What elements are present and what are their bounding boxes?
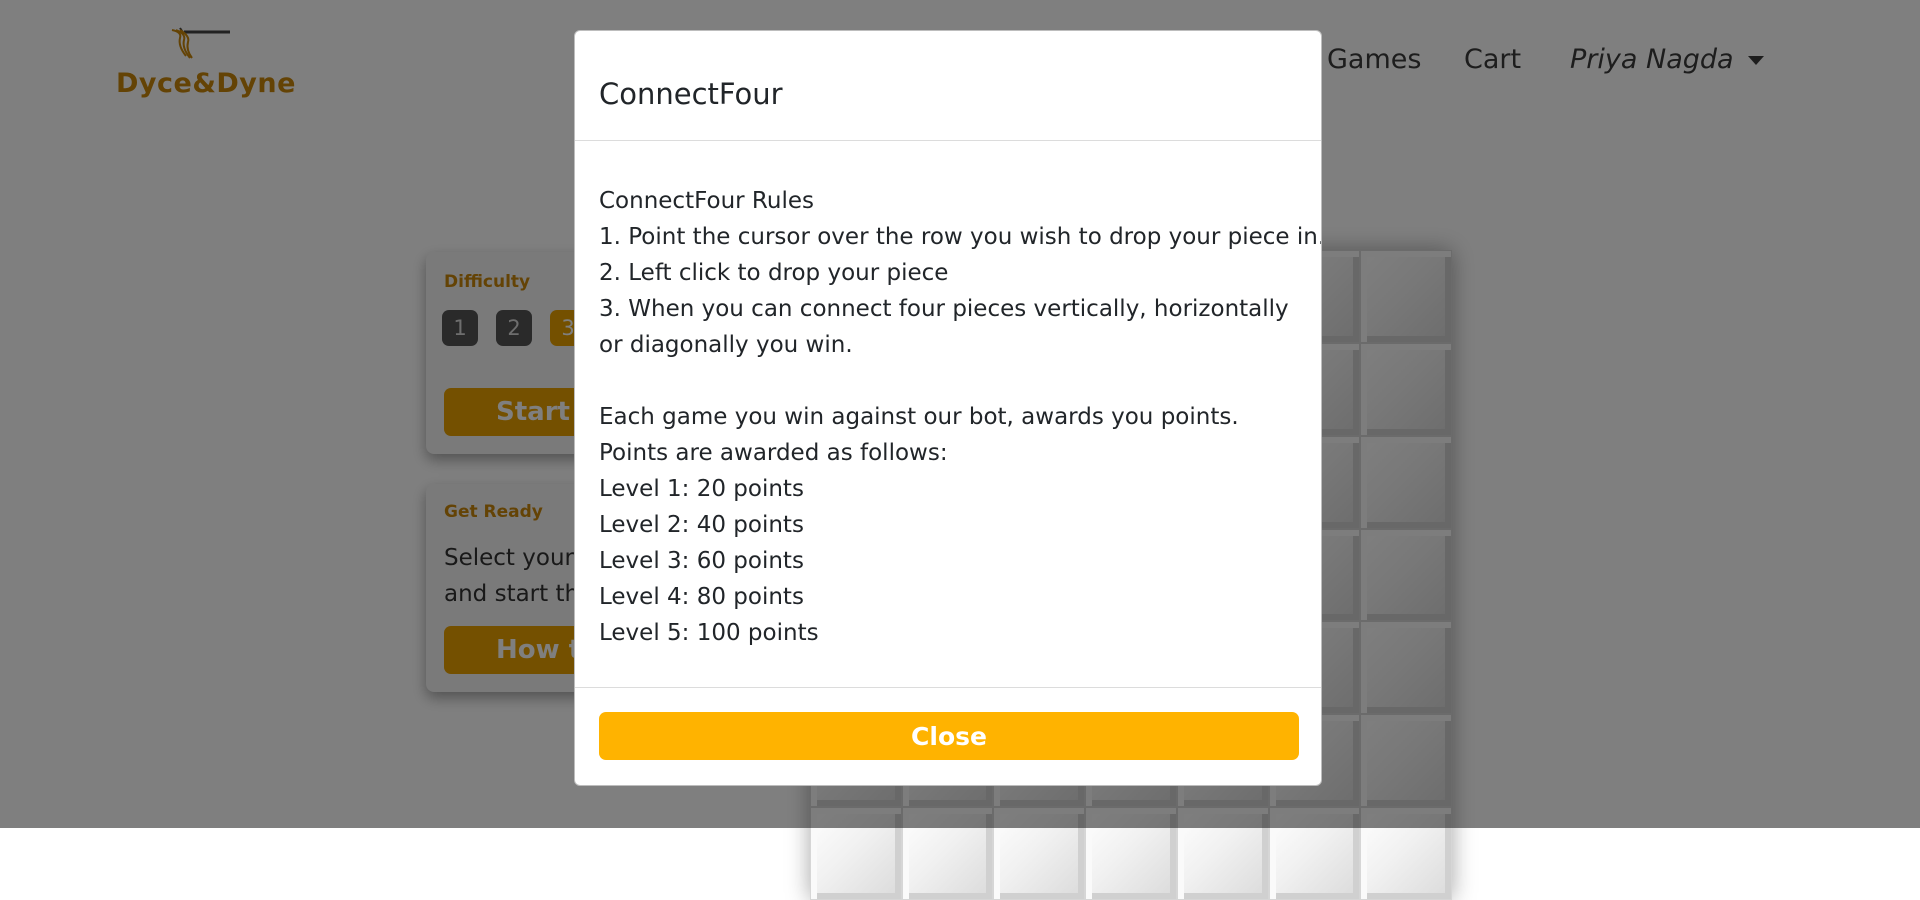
rule-2: 2. Left click to drop your piece <box>599 260 949 286</box>
modal-header: ConnectFour <box>575 31 1321 141</box>
rule-3: 3. When you can connect four pieces vert… <box>599 296 1289 358</box>
close-button[interactable]: Close <box>599 712 1299 760</box>
points-intro-1: Each game you win against our bot, award… <box>599 404 1239 430</box>
modal-title: ConnectFour <box>599 77 783 111</box>
level-4-points: Level 4: 80 points <box>599 584 804 610</box>
level-3-points: Level 3: 60 points <box>599 548 804 574</box>
modal-footer: Close <box>575 687 1321 785</box>
points-intro-2: Points are awarded as follows: <box>599 440 948 466</box>
level-5-points: Level 5: 100 points <box>599 620 819 646</box>
rules-modal: ConnectFour ConnectFour Rules 1. Point t… <box>574 30 1322 786</box>
rule-1: 1. Point the cursor over the row you wis… <box>599 224 1322 250</box>
rules-heading: ConnectFour Rules <box>599 188 814 214</box>
level-2-points: Level 2: 40 points <box>599 512 804 538</box>
level-1-points: Level 1: 20 points <box>599 476 804 502</box>
modal-body: ConnectFour Rules 1. Point the cursor ov… <box>599 183 1322 651</box>
